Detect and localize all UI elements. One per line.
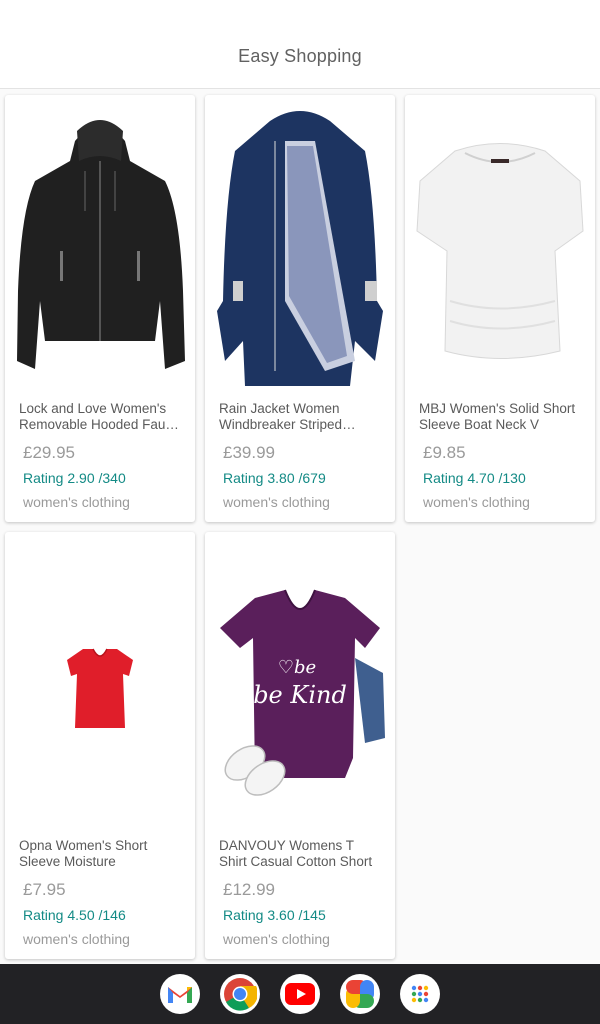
product-rating: Rating 4.50 /146: [23, 907, 126, 923]
product-card[interactable]: MBJ Women's Solid Short Sleeve Boat Neck…: [405, 95, 595, 522]
product-image-red-vneck-tee: [67, 648, 133, 728]
product-card[interactable]: ♡be be Kind DANVOUY Womens T Shirt Casua…: [205, 532, 395, 959]
product-price: £9.85: [423, 443, 466, 462]
product-rating: Rating 4.70 /130: [423, 470, 526, 486]
product-name: Opna Women's Short Sleeve Moisture: [19, 838, 148, 869]
product-name: MBJ Women's Solid Short Sleeve Boat Neck…: [419, 401, 576, 432]
product-card[interactable]: Lock and Love Women's Removable Hooded F…: [5, 95, 195, 522]
product-rating: Rating 2.90 /340: [23, 470, 126, 486]
product-image-navy-rain-jacket: [217, 111, 383, 386]
product-image-purple-be-kind-tee: ♡be be Kind: [220, 589, 385, 796]
page-title: Easy Shopping: [238, 46, 362, 66]
product-price: £29.95: [23, 443, 75, 462]
product-category: women's clothing: [23, 494, 130, 510]
product-category: women's clothing: [423, 494, 530, 510]
product-grid: Lock and Love Women's Removable Hooded F…: [0, 89, 600, 964]
product-price: £39.99: [223, 443, 275, 462]
product-name: Rain Jacket Women Windbreaker Striped Cl…: [219, 401, 343, 432]
app-dock: [0, 964, 600, 1024]
svg-text:♡be: ♡be: [278, 657, 316, 678]
product-card[interactable]: Rain Jacket Women Windbreaker Striped Cl…: [205, 95, 395, 522]
product-rating: Rating 3.80 /679: [223, 470, 326, 486]
photos-icon[interactable]: [340, 974, 380, 1014]
product-category: women's clothing: [223, 931, 330, 947]
product-price: £12.99: [223, 880, 275, 899]
product-name: DANVOUY Womens T Shirt Casual Cotton Sho…: [219, 838, 373, 869]
product-image-black-leather-jacket: [17, 120, 185, 369]
product-name: Lock and Love Women's Removable Hooded F…: [19, 401, 173, 432]
product-category: women's clothing: [23, 931, 130, 947]
app-drawer-icon[interactable]: [400, 974, 440, 1014]
youtube-icon[interactable]: [280, 974, 320, 1014]
product-category: women's clothing: [223, 494, 330, 510]
app-header: Easy Shopping: [0, 0, 600, 89]
product-card[interactable]: Opna Women's Short Sleeve Moisture £7.95…: [5, 532, 195, 959]
product-rating: Rating 3.60 /145: [223, 907, 326, 923]
gmail-icon[interactable]: [160, 974, 200, 1014]
product-price: £7.95: [23, 880, 66, 899]
product-image-white-boat-neck-top: [416, 143, 584, 359]
shirt-print-text: be Kind: [253, 681, 347, 709]
chrome-icon[interactable]: [220, 974, 260, 1014]
